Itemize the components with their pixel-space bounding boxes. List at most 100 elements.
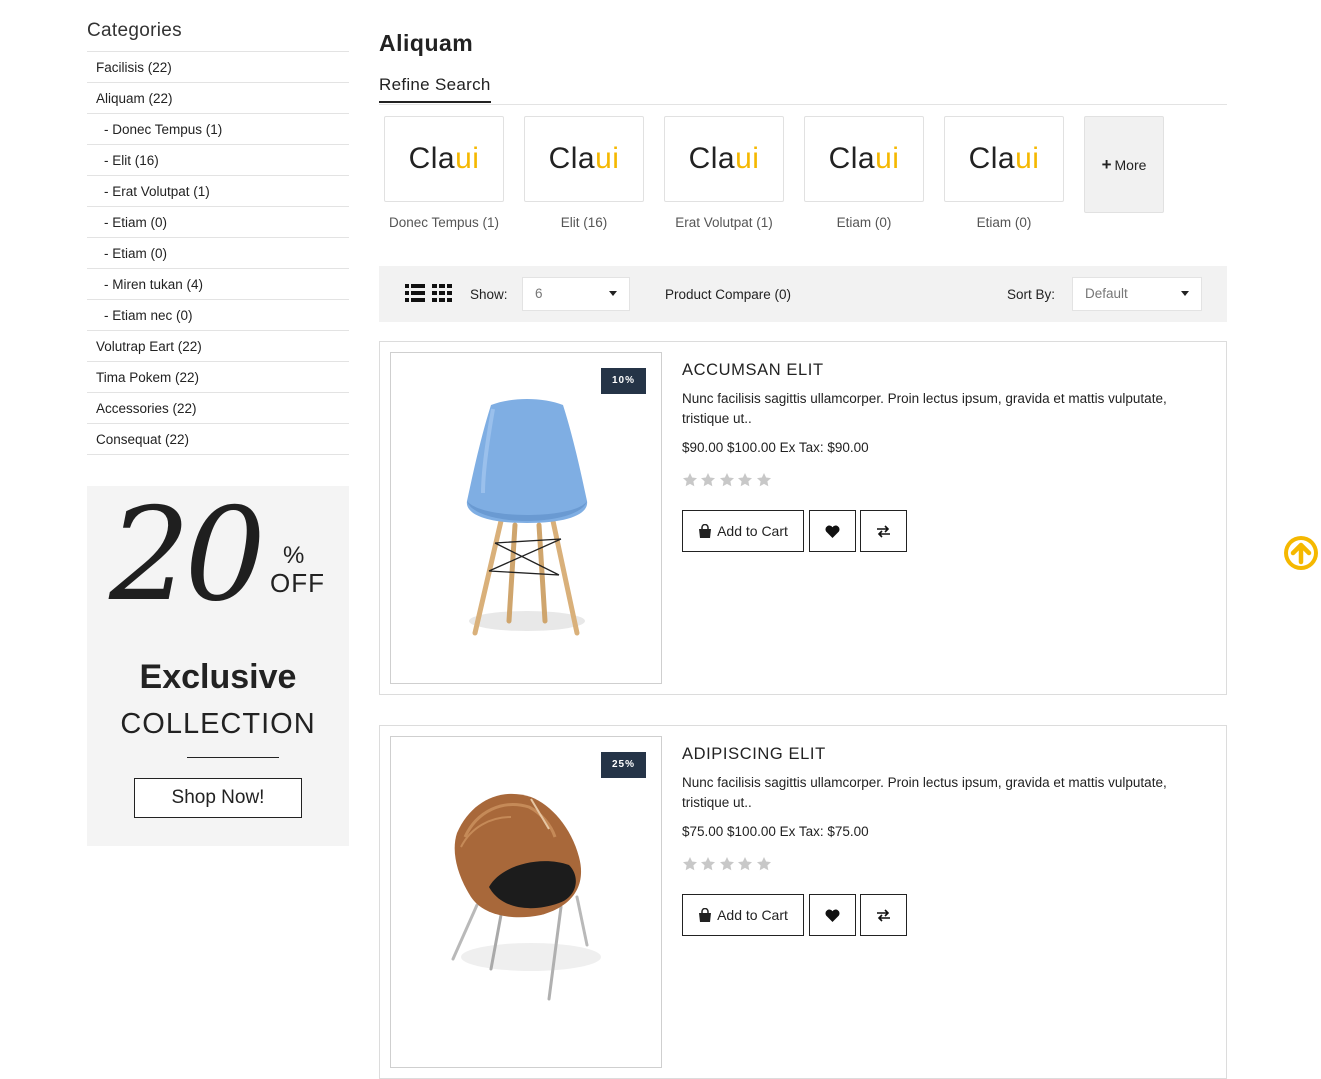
subcategory-name[interactable]: Etiam (0) [944,215,1064,230]
subcategory-name[interactable]: Erat Volutpat (1) [664,215,784,230]
sort-by-label: Sort By: [1007,287,1056,302]
subcategory-item[interactable]: - Etiam nec (0) [87,300,349,331]
grid-view-icon[interactable] [432,284,452,302]
product-toolbar: Show: 6 Product Compare (0) Sort By: Def… [379,266,1227,322]
add-to-cart-label: Add to Cart [717,523,788,539]
shop-now-button[interactable]: Shop Now! [134,778,302,818]
promo-divider [187,757,279,758]
brand-logo: Claui [968,142,1040,175]
brand-logo: Claui [548,142,620,175]
subcategory-logo[interactable]: Claui [944,116,1064,202]
star-icon [756,473,771,487]
product-card: 10% ACCUMSAN ELIT Nunc facilisis sagitti… [379,341,1227,695]
shopping-bag-icon [699,524,712,538]
list-view-icon[interactable] [405,284,425,302]
product-image[interactable]: 10% [390,352,662,684]
categories-heading: Categories [87,0,349,52]
subcategory-item[interactable]: - Elit (16) [87,145,349,176]
add-to-cart-button[interactable]: Add to Cart [682,894,804,936]
product-description: Nunc facilisis sagittis ullamcorper. Pro… [682,775,1167,810]
subcategory-item[interactable]: - Donec Tempus (1) [87,114,349,145]
refine-search-header: Refine Search [379,75,1227,105]
star-icon [738,857,753,871]
subcategory-item[interactable]: - Erat Volutpat (1) [87,176,349,207]
product-description: Nunc facilisis sagittis ullamcorper. Pro… [682,391,1167,426]
category-list: Facilisis (22) Aliquam (22) - Donec Temp… [87,52,349,455]
more-subcategories-button[interactable]: + More [1084,116,1164,213]
heart-icon [825,525,840,538]
sort-select[interactable]: Default [1072,277,1202,311]
chevron-down-icon [1181,291,1189,296]
category-item[interactable]: Facilisis (22) [87,52,349,83]
arrow-up-circle-icon[interactable] [1283,535,1319,571]
subcategory-card[interactable]: Claui Elit (16) [524,116,644,230]
add-to-cart-label: Add to Cart [717,907,788,923]
wishlist-button[interactable] [809,894,856,936]
subcategory-item[interactable]: - Etiam (0) [87,207,349,238]
brand-logo: Claui [828,142,900,175]
product-price: $90.00 $100.00 Ex Tax: $90.00 [682,440,869,455]
category-item[interactable]: Tima Pokem (22) [87,362,349,393]
product-rating [682,472,771,488]
more-label: More [1114,156,1147,173]
subcategory-card[interactable]: Claui Etiam (0) [944,116,1064,230]
promo-percent-sign: % [283,542,305,569]
product-name[interactable]: ADIPISCING ELIT [682,745,826,764]
subcategory-name[interactable]: Donec Tempus (1) [384,215,504,230]
compare-button[interactable] [860,894,907,936]
star-icon [683,857,697,871]
exchange-icon [877,908,890,922]
sort-value: Default [1085,286,1128,301]
show-limit-select[interactable]: 6 [522,277,630,311]
shopping-bag-icon [699,908,712,922]
category-item[interactable]: Accessories (22) [87,393,349,424]
promo-title: Exclusive [139,658,297,696]
product-rating [682,856,771,872]
product-compare-link[interactable]: Product Compare (0) [665,287,791,302]
product-image[interactable]: 25% [390,736,662,1068]
subcategory-item[interactable]: - Miren tukan (4) [87,269,349,300]
product-name[interactable]: ACCUMSAN ELIT [682,361,824,380]
category-item[interactable]: Aliquam (22) [87,83,349,114]
star-icon [738,473,753,487]
subcategory-card[interactable]: Claui Erat Volutpat (1) [664,116,784,230]
wishlist-button[interactable] [809,510,856,552]
subcategory-name[interactable]: Etiam (0) [804,215,924,230]
subcategory-item[interactable]: - Etiam (0) [87,238,349,269]
exchange-icon [877,524,890,538]
refine-search-label: Refine Search [379,75,491,103]
star-icon [683,473,697,487]
category-item[interactable]: Consequat (22) [87,424,349,455]
page-title: Aliquam [379,30,474,56]
subcategory-logo[interactable]: Claui [804,116,924,202]
add-to-cart-button[interactable]: Add to Cart [682,510,804,552]
subcategory-logo[interactable]: Claui [664,116,784,202]
wooden-chair-image [451,793,601,1001]
promo-subtitle: COLLECTION [120,708,316,740]
subcategory-name[interactable]: Elit (16) [524,215,644,230]
subcategory-card[interactable]: Claui Etiam (0) [804,116,924,230]
show-label: Show: [470,287,508,302]
subcategory-logo[interactable]: Claui [384,116,504,202]
product-price: $75.00 $100.00 Ex Tax: $75.00 [682,824,869,839]
compare-button[interactable] [860,510,907,552]
sidebar: Categories Facilisis (22) Aliquam (22) -… [87,0,349,846]
chevron-down-icon [609,291,617,296]
star-icon [701,473,716,487]
promo-off-label: OFF [270,568,325,598]
promo-banner: 20 % OFF Exclusive COLLECTION Shop Now! [87,486,349,846]
star-icon [756,857,771,871]
subcategory-card[interactable]: Claui Donec Tempus (1) [384,116,504,230]
star-icon [719,857,734,871]
discount-badge: 25% [601,752,646,778]
brand-logo: Claui [688,142,760,175]
star-icon [719,473,734,487]
heart-icon [825,909,840,922]
subcategory-logo[interactable]: Claui [524,116,644,202]
star-icon [701,857,716,871]
show-limit-value: 6 [535,286,543,301]
category-item[interactable]: Volutrap Eart (22) [87,331,349,362]
discount-badge: 10% [601,368,646,394]
plus-icon: + [1101,154,1112,174]
blue-chair-image [466,399,588,636]
